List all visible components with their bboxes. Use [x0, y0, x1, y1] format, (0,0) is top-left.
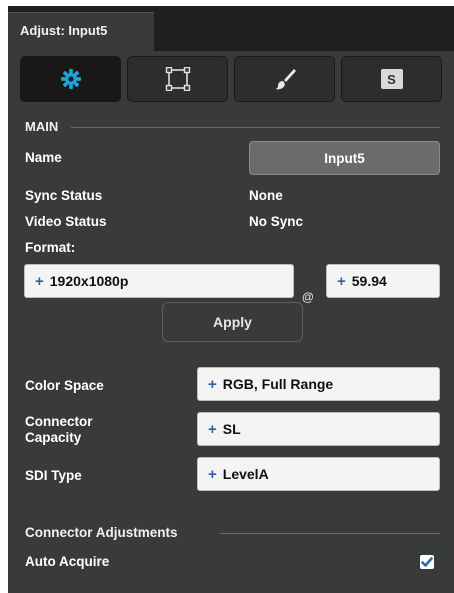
format-label: Format: [25, 240, 76, 255]
video-status-value: No Sync [249, 214, 304, 229]
plus-icon: + [208, 420, 217, 438]
paintbrush-icon [274, 69, 296, 90]
main-section-header: MAIN [25, 119, 58, 134]
connector-capacity-label-line1: Connector [25, 414, 93, 429]
auto-acquire-label: Auto Acquire [25, 554, 110, 569]
main-section-divider [71, 127, 440, 128]
tab-strip: Adjust: Input5 [8, 6, 454, 51]
plus-icon: + [35, 272, 44, 290]
color-space-value: RGB, Full Range [222, 376, 334, 392]
color-space-label: Color Space [25, 378, 104, 393]
gear-icon [60, 68, 81, 90]
name-field[interactable]: Input5 [249, 141, 440, 175]
format-rate-select[interactable]: + 59.94 [326, 264, 440, 298]
style-tab-button[interactable] [234, 56, 335, 102]
format-resolution-value: 1920x1080p [49, 273, 129, 289]
tab-adjust-input5[interactable]: Adjust: Input5 [8, 12, 154, 51]
format-rate-value: 59.94 [351, 273, 387, 289]
sync-status-label: Sync Status [25, 188, 103, 203]
connector-adjustments-title: Connector Adjustments [25, 525, 178, 540]
format-resolution-select[interactable]: + 1920x1080p [24, 264, 294, 298]
name-value: Input5 [324, 150, 365, 166]
plus-icon: + [208, 465, 217, 483]
connector-adjustments-divider [220, 533, 440, 534]
connector-capacity-select[interactable]: + SL [197, 412, 440, 446]
color-space-select[interactable]: + RGB, Full Range [197, 367, 440, 401]
connector-capacity-label-line2: Capacity [25, 430, 82, 445]
apply-button[interactable]: Apply [162, 302, 303, 342]
toolbar: S [20, 56, 444, 104]
connector-capacity-label: Connector Capacity [25, 414, 93, 446]
sdi-type-select[interactable]: + LevelA [197, 457, 440, 491]
s-badge-icon: S [380, 69, 403, 89]
format-at-symbol: @ [302, 290, 314, 304]
sync-status-value: None [249, 188, 283, 203]
sdi-type-label: SDI Type [25, 468, 82, 483]
sdi-type-value: LevelA [222, 466, 269, 482]
auto-acquire-checkbox[interactable] [420, 555, 434, 569]
plus-icon: + [208, 375, 217, 393]
tab-title: Adjust: Input5 [20, 23, 108, 38]
apply-label: Apply [213, 314, 252, 330]
transform-tab-button[interactable] [127, 56, 228, 102]
checkmark-icon [421, 557, 433, 567]
crop-frame-icon [165, 67, 190, 91]
source-tab-button[interactable]: S [341, 56, 442, 102]
settings-tab-button[interactable] [20, 56, 121, 102]
connector-capacity-value: SL [222, 421, 241, 437]
adjust-panel: Adjust: Input5 S MAIN Name Input5 Sync S… [8, 6, 454, 593]
main-section-title: MAIN [25, 119, 59, 134]
name-label: Name [25, 150, 62, 165]
plus-icon: + [337, 272, 346, 290]
video-status-label: Video Status [25, 214, 107, 229]
connector-adjustments-header: Connector Adjustments [25, 525, 178, 540]
